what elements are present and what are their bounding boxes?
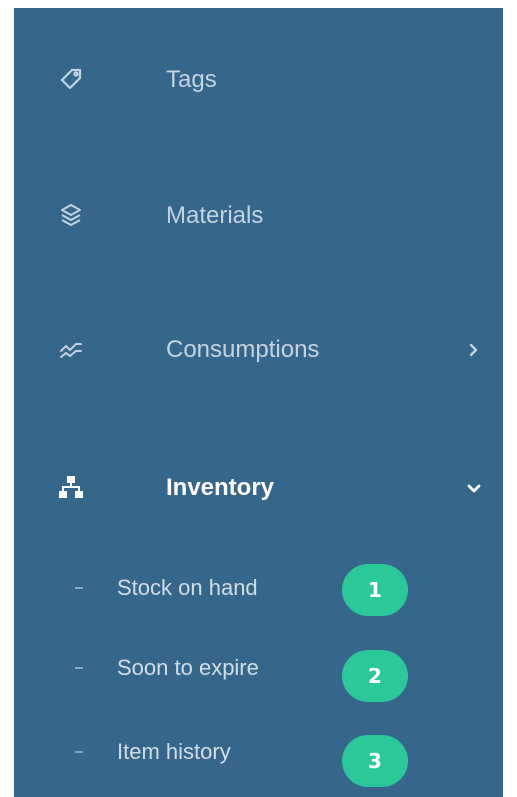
submenu-item-label: Stock on hand [117, 575, 258, 600]
chevron-down-icon [464, 478, 484, 498]
step-badge-2: 2 [342, 650, 408, 702]
menu-item-materials[interactable]: Materials [14, 184, 503, 248]
menu-item-label: Materials [166, 202, 264, 229]
consumptions-icon [58, 336, 84, 362]
submenu-item-label: Soon to expire [117, 655, 259, 680]
menu-item-consumptions[interactable]: Consumptions [14, 318, 503, 382]
submenu-item-label: Item history [117, 739, 231, 764]
submenu-item-soon-to-expire[interactable]: Soon to expire [14, 640, 503, 696]
inventory-icon [58, 474, 84, 500]
menu-item-label: Consumptions [166, 336, 320, 363]
menu-item-tags[interactable]: Tags [14, 48, 503, 112]
step-badge-3: 3 [342, 735, 408, 787]
submenu-item-stock-on-hand[interactable]: Stock on hand [14, 560, 503, 616]
submenu-dash [75, 667, 83, 669]
submenu-dash [75, 587, 83, 589]
sidebar-menu: Tags Materials Consumptions Inventory St… [14, 8, 503, 797]
menu-item-inventory[interactable]: Inventory [14, 456, 503, 520]
submenu-item-item-history[interactable]: Item history [14, 724, 503, 780]
submenu-dash [75, 751, 83, 753]
chevron-right-icon [464, 340, 484, 360]
materials-icon [58, 202, 84, 228]
tag-icon [58, 66, 84, 92]
menu-item-label: Inventory [166, 474, 275, 501]
menu-item-label: Tags [166, 66, 217, 93]
step-badge-1: 1 [342, 564, 408, 616]
